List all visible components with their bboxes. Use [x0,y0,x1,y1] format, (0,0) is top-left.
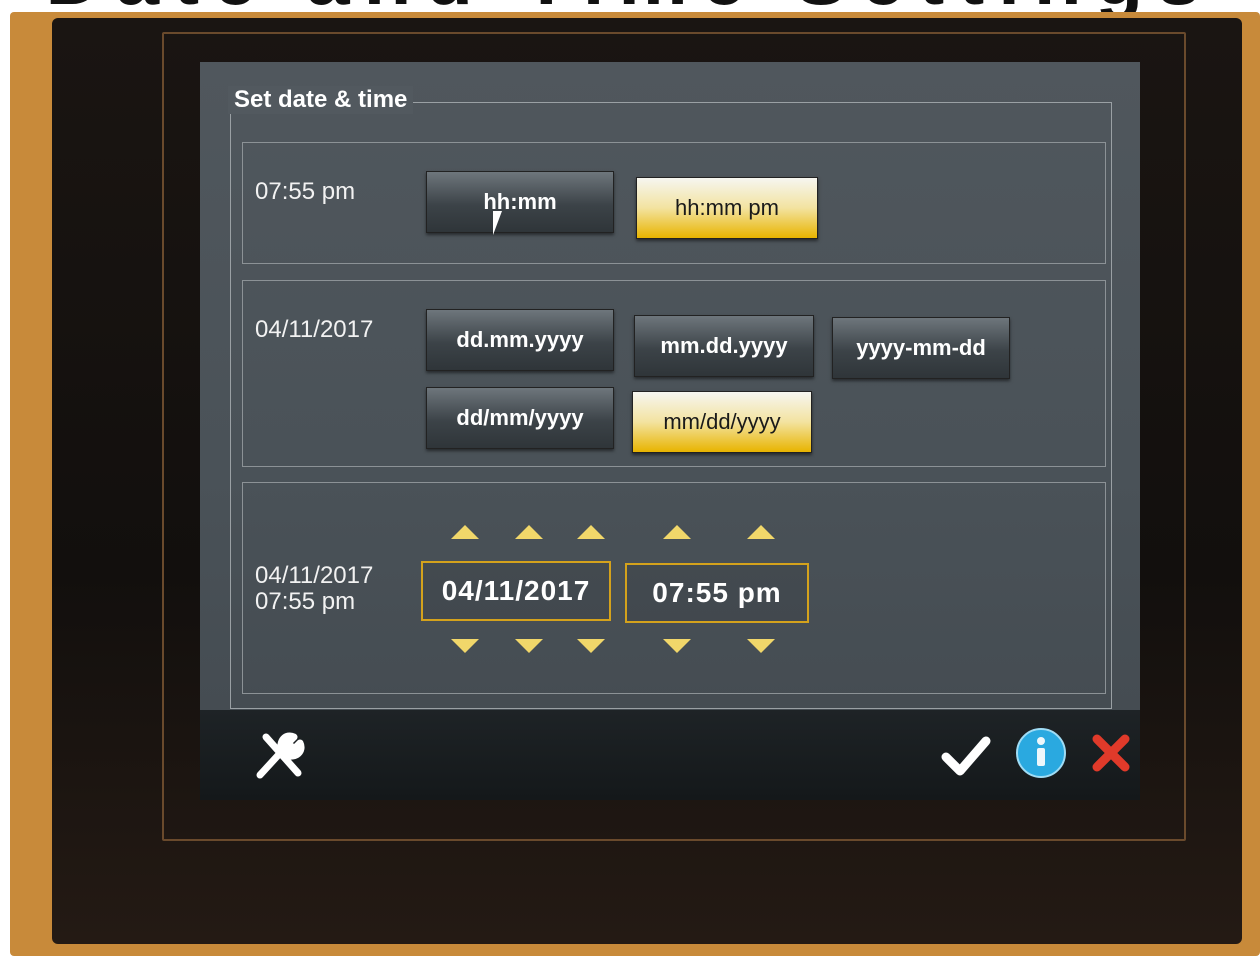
day-up-arrow-icon[interactable] [451,525,479,539]
info-icon[interactable] [1012,724,1070,782]
hour-up-arrow-icon[interactable] [663,525,691,539]
date-value-field[interactable]: 04/11/2017 [421,561,611,621]
date-format-yyyy-mm-dd-button[interactable]: yyyy-mm-dd [832,317,1010,379]
checkmark-icon[interactable] [938,728,994,782]
current-time-summary: 07:55 pm [255,588,356,615]
minute-up-arrow-icon[interactable] [747,525,775,539]
time-format-12h-button[interactable]: hh:mm pm [636,177,818,239]
minute-down-arrow-icon[interactable] [747,639,775,653]
day-down-arrow-icon[interactable] [451,639,479,653]
year-up-arrow-icon[interactable] [577,525,605,539]
month-down-arrow-icon[interactable] [515,639,543,653]
date-format-mm-dd-yyyy-slash-button[interactable]: mm/dd/yyyy [632,391,812,453]
time-format-row: 07:55 pm hh:mm hh:mm pm [242,142,1106,264]
tools-icon[interactable] [248,724,318,786]
date-format-mm-dd-yyyy-dot-button[interactable]: mm.dd.yyyy [634,315,814,377]
current-date-label: 04/11/2017 [255,316,374,343]
page-heading: Date and Time Settings [0,0,1260,12]
footer-toolbar [200,710,1140,800]
hour-down-arrow-icon[interactable] [663,639,691,653]
time-format-24h-button[interactable]: hh:mm [426,171,614,233]
mouse-cursor [493,211,502,235]
month-up-arrow-icon[interactable] [515,525,543,539]
panel-title: Set date & time [228,86,414,114]
year-down-arrow-icon[interactable] [577,639,605,653]
close-icon[interactable] [1086,728,1136,778]
current-time-label: 07:55 pm [255,178,356,205]
time-value-field[interactable]: 07:55 pm [625,563,809,623]
date-format-row: 04/11/2017 dd.mm.yyyy mm.dd.yyyy yyyy-mm… [242,280,1106,467]
touch-screen: Set date & time 07:55 pm hh:mm hh:mm pm … [200,62,1140,800]
datetime-edit-row: 04/11/2017 07:55 pm 04/11/2017 07:55 pm [242,482,1106,694]
date-format-dd-mm-yyyy-slash-button[interactable]: dd/mm/yyyy [426,387,614,449]
date-format-dd-mm-yyyy-dot-button[interactable]: dd.mm.yyyy [426,309,614,371]
